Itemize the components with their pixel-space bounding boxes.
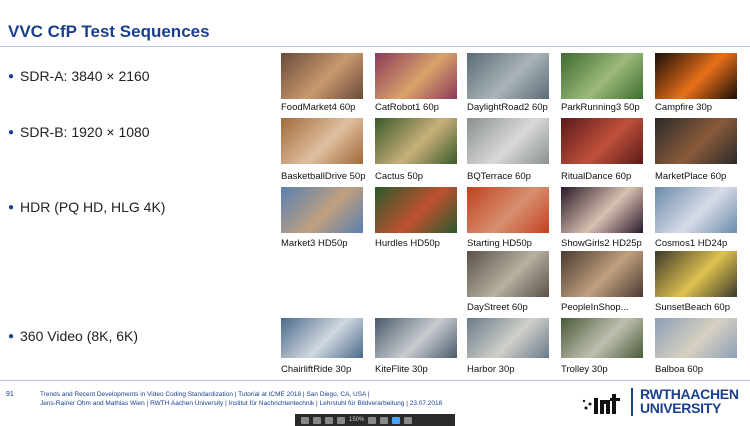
sequence-thumbnail: [375, 53, 457, 99]
sequence-caption: Cosmos1 HD24p: [655, 238, 728, 249]
sequence-thumbnail: [281, 318, 363, 358]
sequence-caption: DaylightRoad2 60p: [467, 102, 548, 113]
sequence-thumbnail: [655, 318, 737, 358]
page-number: 91: [6, 391, 14, 398]
sequence-caption: Balboa 60p: [655, 364, 704, 375]
sequence-caption: MarketPlace 60p: [655, 171, 727, 182]
ient-logo-icon: [582, 394, 620, 414]
bullet-hdr: ● HDR (PQ HD, HLG 4K): [8, 199, 165, 215]
logo-text-line-2: UNIVERSITY: [640, 400, 722, 416]
sequence-thumbnail: [281, 53, 363, 99]
logo-divider: [631, 388, 633, 416]
sequence-caption: BQTerrace 60p: [467, 171, 531, 182]
sequence-thumbnail: [467, 251, 549, 297]
sequence-thumbnail: [655, 118, 737, 164]
sequence-caption: Starting HD50p: [467, 238, 532, 249]
sequence-thumbnail: [467, 118, 549, 164]
sequence-caption: KiteFlite 30p: [375, 364, 428, 375]
zoom-in-icon[interactable]: [337, 416, 345, 424]
page-icon[interactable]: [380, 416, 389, 424]
sequence-thumbnail: [467, 187, 549, 233]
sequence-caption: Cactus 50p: [375, 171, 424, 182]
sequence-caption: ShowGirls2 HD25p: [561, 238, 642, 249]
sequence-thumbnail: [561, 187, 643, 233]
footer-line-2: Jens-Rainer Ohm and Mathias Wien | RWTH …: [40, 400, 443, 407]
bullet-dot-icon: ●: [8, 330, 15, 342]
hand-icon[interactable]: [313, 416, 321, 424]
sequence-thumbnail: [375, 118, 457, 164]
sequence-thumbnail: [467, 53, 549, 99]
bullet-dot-icon: ●: [8, 201, 15, 213]
sequence-thumbnail: [561, 318, 643, 358]
slide-title: VVC CfP Test Sequences: [8, 22, 210, 41]
logo-text-line-1: RWTHAACHEN: [640, 386, 739, 402]
sequence-caption: Hurdles HD50p: [375, 238, 440, 249]
sequence-thumbnail: [655, 251, 737, 297]
title-divider: [0, 46, 750, 47]
sequence-thumbnail: [561, 251, 643, 297]
sequence-caption: Trolley 30p: [561, 364, 608, 375]
bullet-sdr-a: ● SDR-A: 3840 × 2160: [8, 68, 150, 84]
sequence-caption: CatRobot1 60p: [375, 102, 439, 113]
sequence-caption: BasketballDrive 50p: [281, 171, 366, 182]
sequence-caption: Harbor 30p: [467, 364, 515, 375]
settings-icon[interactable]: [404, 416, 413, 424]
sequence-caption: PeopleInShop...: [561, 302, 629, 313]
sequence-caption: SunsetBeach 60p: [655, 302, 731, 313]
bullet-dot-icon: ●: [8, 126, 15, 138]
sequence-thumbnail: [561, 53, 643, 99]
zoom-out-icon[interactable]: [325, 416, 333, 424]
sequence-thumbnail: [281, 187, 363, 233]
bullet-text: HDR (PQ HD, HLG 4K): [20, 199, 166, 215]
sequence-thumbnail: [561, 118, 643, 164]
sequence-thumbnail: [281, 118, 363, 164]
bullet-360: ● 360 Video (8K, 6K): [8, 328, 138, 344]
sequence-thumbnail: [375, 187, 457, 233]
rwth-logo: RWTHAACHEN UNIVERSITY: [640, 387, 739, 415]
bullet-text: 360 Video (8K, 6K): [20, 328, 139, 344]
sequence-caption: DayStreet 60p: [467, 302, 528, 313]
sequence-caption: FoodMarket4 60p: [281, 102, 356, 113]
sequence-thumbnail: [467, 318, 549, 358]
bullet-text: SDR-B: 1920 × 1080: [20, 124, 150, 140]
sequence-caption: Market3 HD50p: [281, 238, 348, 249]
bullet-dot-icon: ●: [8, 70, 15, 82]
fit-icon[interactable]: [368, 416, 377, 424]
footer-divider: [0, 380, 750, 381]
sequence-caption: Campfire 30p: [655, 102, 713, 113]
viewer-toolbar: 150%: [295, 414, 455, 426]
sequence-thumbnail: [655, 187, 737, 233]
sequence-caption: RitualDance 60p: [561, 171, 632, 182]
annotate-icon[interactable]: [392, 416, 401, 424]
pointer-icon[interactable]: [301, 416, 309, 424]
sequence-caption: ChairliftRide 30p: [281, 364, 352, 375]
zoom-level: 150%: [349, 417, 365, 423]
footer-line-1: Trends and Recent Developments in Video …: [40, 391, 370, 398]
sequence-thumbnail: [655, 53, 737, 99]
sequence-caption: ParkRunning3 50p: [561, 102, 640, 113]
sequence-thumbnail: [375, 318, 457, 358]
bullet-sdr-b: ● SDR-B: 1920 × 1080: [8, 124, 150, 140]
bullet-text: SDR-A: 3840 × 2160: [20, 68, 150, 84]
